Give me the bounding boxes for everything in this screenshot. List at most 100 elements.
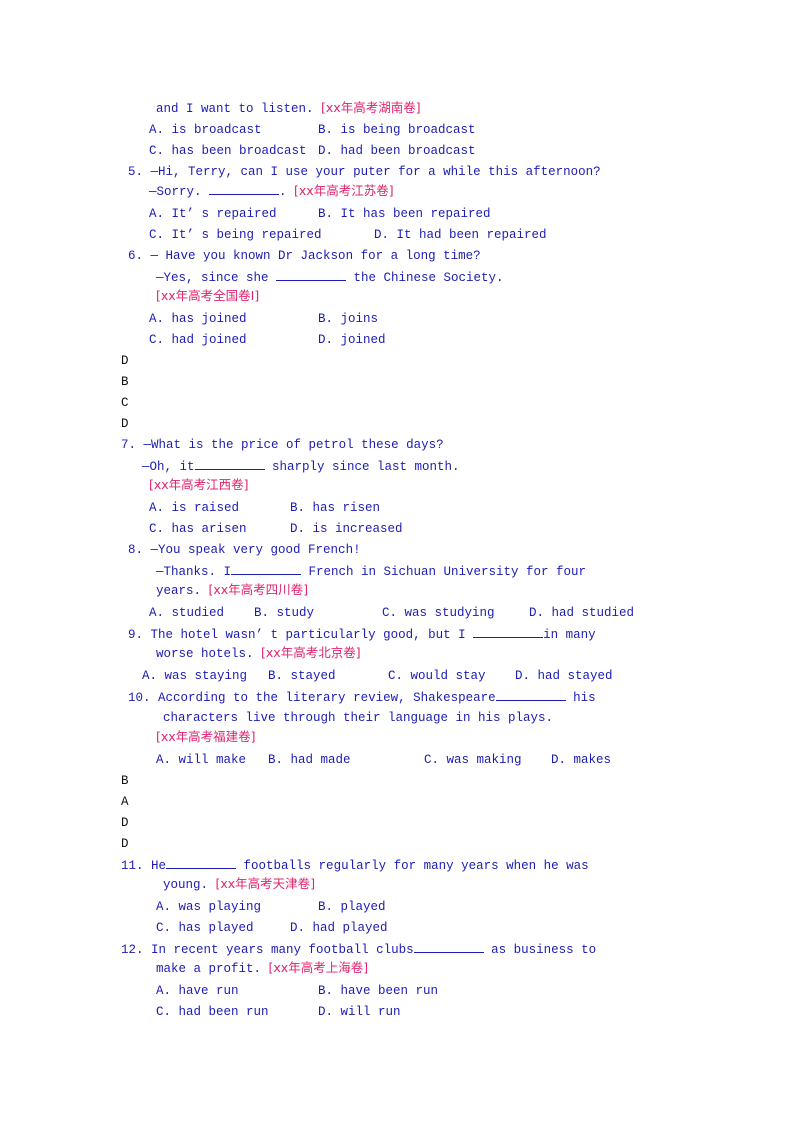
option-b: B. played [318, 900, 386, 914]
question-text: in many [543, 628, 596, 642]
answer-blank [209, 183, 280, 195]
question-6-line2: —Yes, since she the Chinese Society. [156, 269, 504, 286]
option-a: A. is broadcast [149, 123, 262, 137]
option-a: A. was playing [156, 900, 262, 914]
question-number: 12. [121, 943, 144, 957]
question-text: the Chinese Society. [346, 271, 504, 285]
question-number: 8. [128, 543, 144, 557]
source-tag: [xx年高考北京卷] [261, 645, 361, 660]
question-8-line2: —Thanks. I French in Sichuan University … [156, 563, 586, 580]
option-c: C. has arisen [149, 522, 247, 536]
option-a: A. was staying [142, 669, 248, 683]
option-d: D. had studied [529, 606, 635, 620]
question-4-line: and I want to listen. [xx年高考湖南卷] [156, 100, 421, 117]
question-10-line2: characters live through their language i… [163, 711, 554, 725]
question-text: In recent years many football clubs [151, 943, 414, 957]
question-5-line2: —Sorry. . [xx年高考江苏卷] [149, 183, 394, 200]
source-tag: [xx年高考上海卷] [268, 960, 369, 975]
question-8: 8. —You speak very good French! [128, 542, 361, 558]
option-d: D. It had been repaired [374, 228, 547, 242]
question-number: 10. [128, 691, 151, 705]
option-b: B. has risen [290, 501, 381, 515]
option-b: B. had made [268, 753, 351, 767]
question-7-line2: —Oh, it sharply since last month. [142, 458, 460, 475]
question-10: 10. According to the literary review, Sh… [128, 689, 596, 706]
option-b: B. study [254, 606, 315, 620]
source-tag: [xx年高考天津卷] [215, 876, 316, 891]
question-12: 12. In recent years many football clubs … [121, 941, 596, 958]
option-d: D. joined [318, 333, 386, 347]
question-10-source-line: [xx年高考福建卷] [156, 729, 256, 746]
question-text: — Have you known Dr Jackson for a long t… [150, 249, 481, 263]
question-text: and I want to listen. [156, 102, 322, 116]
question-text: sharply since last month. [264, 460, 460, 474]
option-c: C. has played [156, 921, 254, 935]
answer-key: D [121, 354, 129, 368]
option-c: C. was making [424, 753, 522, 767]
option-d: D. had played [290, 921, 388, 935]
question-number: 5. [128, 165, 144, 179]
question-text: French in Sichuan University for four [301, 565, 587, 579]
answer-key: D [121, 417, 129, 431]
question-number: 11. [121, 859, 144, 873]
option-a: A. has joined [149, 312, 247, 326]
answer-key: B [121, 774, 129, 788]
question-12-line2: make a profit. [xx年高考上海卷] [156, 960, 368, 977]
option-d: D. will run [318, 1005, 401, 1019]
option-a: A. have run [156, 984, 239, 998]
question-6: 6. — Have you known Dr Jackson for a lon… [128, 248, 481, 264]
option-c: C. would stay [388, 669, 486, 683]
option-d: D. had been broadcast [318, 144, 476, 158]
question-number: 9. [128, 628, 144, 642]
question-text: He [151, 859, 167, 873]
option-b: B. have been run [318, 984, 439, 998]
answer-key: A [121, 795, 129, 809]
question-9: 9. The hotel wasn’ t particularly good, … [128, 626, 596, 643]
option-d: D. makes [551, 753, 612, 767]
question-text: his [565, 691, 596, 705]
question-text: . [279, 185, 295, 199]
option-c: C. It’ s being repaired [149, 228, 322, 242]
question-9-line2: worse hotels. [xx年高考北京卷] [156, 645, 361, 662]
answer-blank [495, 689, 566, 701]
question-text: young. [163, 878, 216, 892]
answer-blank [166, 857, 237, 869]
answer-key: B [121, 375, 129, 389]
source-tag: [xx年高考四川卷] [208, 582, 309, 597]
question-text: —Sorry. [149, 185, 210, 199]
answer-key: D [121, 837, 129, 851]
question-8-line3: years. [xx年高考四川卷] [156, 582, 308, 599]
question-text: —What is the price of petrol these days? [143, 438, 444, 452]
source-tag: [xx年高考全国卷Ⅰ] [156, 288, 260, 303]
question-text: worse hotels. [156, 647, 262, 661]
option-b: B. joins [318, 312, 379, 326]
question-5: 5. —Hi, Terry, can I use your puter for … [128, 164, 601, 180]
option-a: A. is raised [149, 501, 240, 515]
option-a: A. It’ s repaired [149, 207, 277, 221]
question-text: The hotel wasn’ t particularly good, but… [150, 628, 474, 642]
answer-blank [231, 563, 302, 575]
question-text: —Thanks. I [156, 565, 232, 579]
question-11-line2: young. [xx年高考天津卷] [163, 876, 315, 893]
option-c: C. had been run [156, 1005, 269, 1019]
question-text: —Hi, Terry, can I use your puter for a w… [150, 165, 601, 179]
source-tag: [xx年高考江西卷] [149, 477, 249, 492]
question-7: 7. —What is the price of petrol these da… [121, 437, 444, 453]
answer-blank [276, 269, 347, 281]
question-text: footballs regularly for many years when … [236, 859, 589, 873]
option-a: A. will make [156, 753, 247, 767]
source-tag: [xx年高考福建卷] [156, 729, 256, 744]
question-text: years. [156, 584, 209, 598]
option-c: C. had joined [149, 333, 247, 347]
option-d: D. is increased [290, 522, 403, 536]
question-number: 6. [128, 249, 144, 263]
source-tag: [xx年高考湖南卷] [321, 100, 421, 115]
answer-key: C [121, 396, 129, 410]
question-number: 7. [121, 438, 137, 452]
question-text: as business to [483, 943, 597, 957]
answer-blank [473, 626, 544, 638]
option-a: A. studied [149, 606, 225, 620]
question-text: —Oh, it [142, 460, 195, 474]
option-b: B. is being broadcast [318, 123, 476, 137]
question-text: According to the literary review, Shakes… [158, 691, 496, 705]
